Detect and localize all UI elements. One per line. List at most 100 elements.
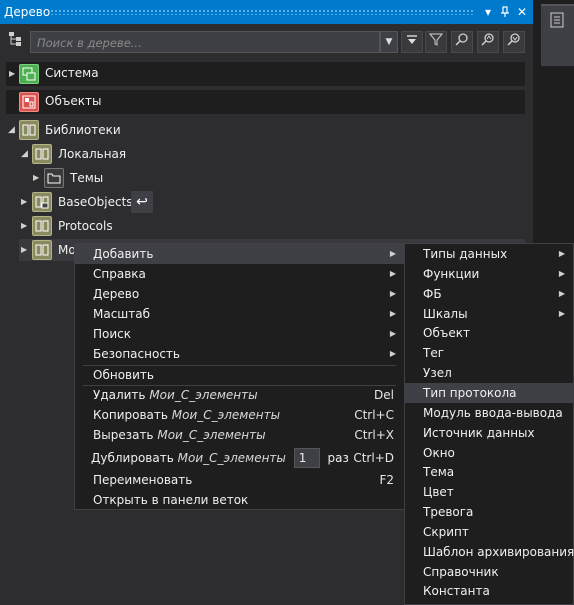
tree-search-box[interactable] [30,31,380,53]
submenu-item[interactable]: Тема [405,462,573,482]
expand-all-icon[interactable] [401,31,423,53]
undo-arrow-icon[interactable]: ↩ [131,191,153,213]
menu-item-scale[interactable]: Масштаб ▶ [75,304,404,324]
filter-icon[interactable] [425,31,447,53]
tree-item-label: Система [45,66,99,80]
tree-structure-icon[interactable] [4,31,26,53]
menu-item-label: Справка [93,267,146,281]
tree-item-base-objects[interactable]: ▶ BaseObjects ↩ [19,191,519,213]
menu-item-target: Мои_С_элементы [149,388,258,402]
menu-item-cut[interactable]: Вырезать Мои_С_элементы Ctrl+X [75,425,404,445]
submenu-item[interactable]: Тип протокола [405,382,573,403]
submenu-item[interactable]: Источник данных [405,423,573,443]
tree-item-objects[interactable]: Объекты [6,90,525,114]
submenu-item[interactable]: Скрипт [405,522,573,542]
submenu-item[interactable]: Узел [405,363,573,383]
tree-item-local[interactable]: ◢ Локальная [19,143,519,165]
menu-item-search[interactable]: Поиск ▶ [75,324,404,344]
menu-item-label: Дублировать [91,451,174,465]
expand-arrow-icon[interactable]: ▶ [21,245,29,255]
menu-item-add[interactable]: Добавить ▶ [75,244,404,264]
submenu-arrow-icon: ▶ [389,309,396,318]
menu-item-open-in-branch-panel[interactable]: Открыть в панели веток [75,490,404,510]
submenu-item-label: Объект [423,326,470,341]
menu-item-target: Мои_С_элементы [157,428,266,442]
tree-toolbar: ▼ [0,24,533,59]
tree-item-system[interactable]: ▶ Система [6,62,525,86]
menu-shortcut: Ctrl+D [353,451,394,465]
menu-item-tree[interactable]: Дерево ▶ [75,284,404,304]
menu-item-label: Добавить [93,247,154,261]
menu-item-label: Дерево [93,287,140,301]
submenu-item[interactable]: Шаблон архивирования [405,542,574,562]
menu-item-label: Безопасность [93,347,180,361]
find-previous-icon[interactable] [477,31,499,53]
menu-item-label: Переименовать [93,473,193,487]
submenu-item[interactable]: Справочник [405,562,573,582]
collapse-arrow-icon[interactable]: ◢ [21,149,29,159]
menu-item-label: Копировать [93,408,168,422]
submenu-item[interactable]: Тег [405,343,573,363]
pin-icon[interactable] [497,3,513,21]
submenu-item[interactable]: Константа [405,581,573,601]
submenu-item[interactable]: Модуль ввода-вывода [405,403,573,423]
menu-item-rename[interactable]: Переименовать F2 [75,470,404,490]
local-library-icon [32,144,52,164]
document-list-icon[interactable] [549,12,565,32]
submenu-item-label: Окно [423,445,455,460]
submenu-item-label: Функции [423,266,480,281]
tree-item-label: BaseObjects [58,195,133,209]
submenu-item[interactable]: ФБ ▶ [405,284,573,304]
submenu-item-label: ФБ [423,286,442,301]
submenu-arrow-icon: ▶ [389,249,396,258]
search-history-dropdown[interactable]: ▼ [380,31,398,53]
expand-arrow-icon[interactable]: ▶ [33,173,41,183]
menu-item-refresh[interactable]: Обновить [75,365,404,385]
menu-item-label: Вырезать [93,428,154,442]
panel-menu-button[interactable]: ▾ [480,3,496,21]
submenu-item-label: Тревога [423,505,474,520]
library-icon [32,240,52,260]
submenu-arrow-icon: ▶ [558,249,565,258]
find-icon[interactable] [451,31,473,53]
expand-arrow-icon[interactable]: ▶ [21,221,29,231]
submenu-item[interactable]: Шкалы ▶ [405,304,573,324]
submenu-item[interactable]: Объект [405,323,573,343]
expand-arrow-icon[interactable]: ▶ [9,69,17,79]
menu-item-delete[interactable]: Удалить Мои_С_элементы Del [75,385,404,405]
submenu-arrow-icon: ▶ [389,269,396,278]
menu-item-security[interactable]: Безопасность ▶ [75,344,404,364]
submenu-item-label: Типы данных [423,247,508,261]
tree-item-themes[interactable]: ▶ Темы [31,167,511,189]
submenu-item[interactable]: Функции ▶ [405,264,573,284]
title-bar-grip[interactable] [50,9,475,15]
library-icon [32,216,52,236]
menu-item-copy[interactable]: Копировать Мои_С_элементы Ctrl+C [75,405,404,425]
submenu-arrow-icon: ▶ [558,308,565,318]
menu-item-duplicate[interactable]: Дублировать Мои_С_элементы 1 раз Ctrl+D [75,446,404,470]
submenu-item[interactable]: Окно [405,443,573,463]
add-submenu: Типы данных ▶ Функции ▶ ФБ ▶ Шкалы ▶ Объект Тег Уз… [404,243,574,605]
close-icon[interactable]: ✕ [514,3,530,21]
tree-search-input[interactable] [35,34,379,52]
tree-item-protocols[interactable]: ▶ Protocols [19,215,519,237]
submenu-arrow-icon: ▶ [558,268,565,278]
submenu-arrow-icon: ▶ [389,349,396,358]
submenu-item-label: Справочник [423,564,499,579]
collapse-arrow-icon[interactable]: ◢ [8,125,16,135]
submenu-item[interactable]: Тревога [405,502,573,522]
submenu-item[interactable]: Цвет [405,482,573,502]
submenu-item-label: Модуль ввода-вывода [423,405,563,420]
find-next-icon[interactable] [503,31,525,53]
expand-arrow-icon[interactable]: ▶ [21,197,29,207]
submenu-arrow-icon: ▶ [389,289,396,298]
submenu-item-label: Шаблон архивирования [423,544,574,559]
duplicate-count-input[interactable]: 1 [293,448,320,468]
menu-item-help[interactable]: Справка ▶ [75,264,404,284]
objects-icon [19,92,39,112]
menu-shortcut: F2 [379,473,394,487]
tree-item-libraries[interactable]: ◢ Библиотеки [6,119,525,141]
submenu-item[interactable]: Типы данных ▶ [405,244,573,264]
menu-item-label: Открыть в панели веток [93,493,249,507]
folder-icon [44,168,64,188]
